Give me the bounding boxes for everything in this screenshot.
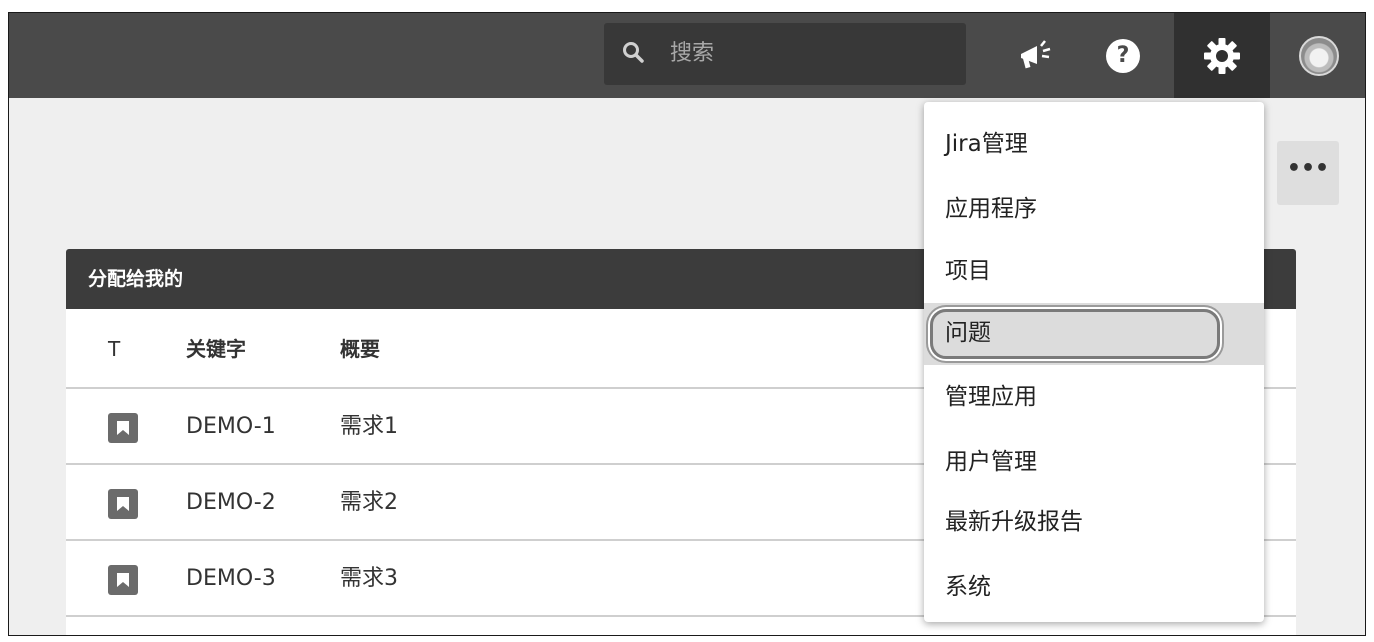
menu-item-issues[interactable]: 问题 xyxy=(924,303,1264,365)
column-header-summary[interactable]: 概要 xyxy=(340,309,380,389)
story-icon xyxy=(108,489,138,519)
search-icon xyxy=(623,42,644,63)
menu-item-applications[interactable]: 应用程序 xyxy=(924,179,1264,239)
admin-settings-button[interactable] xyxy=(1174,13,1270,98)
menu-item-latest-upgrade-report[interactable]: 最新升级报告 xyxy=(924,492,1264,552)
issue-key-link[interactable]: DEMO-2 xyxy=(186,465,276,541)
more-actions-button[interactable]: ••• xyxy=(1277,141,1339,205)
column-header-key[interactable]: 关键字 xyxy=(186,309,246,389)
column-header-type[interactable]: T xyxy=(108,309,120,389)
admin-dropdown-menu: Jira管理 应用程序 项目 问题 管理应用 用户管理 最新升级报告 系统 xyxy=(924,102,1264,622)
story-icon xyxy=(108,413,138,443)
avatar xyxy=(1299,35,1339,76)
menu-item-manage-apps[interactable]: 管理应用 xyxy=(924,367,1264,427)
top-navigation-bar: 搜索 ? xyxy=(9,13,1365,98)
menu-item-user-management[interactable]: 用户管理 xyxy=(924,432,1264,492)
user-profile-button[interactable] xyxy=(1279,13,1359,98)
issue-summary-link[interactable]: 需求3 xyxy=(340,541,398,617)
story-icon xyxy=(108,565,138,595)
megaphone-icon xyxy=(1021,39,1051,68)
app-frame: 搜索 ? ••• 分配给我的 T 关键字 概要 DEMO-1 需求1 DEMO-… xyxy=(8,12,1366,636)
menu-item-label: 应用程序 xyxy=(945,196,1037,222)
menu-item-label: 最新升级报告 xyxy=(945,509,1083,535)
menu-item-label: 项目 xyxy=(945,258,991,284)
menu-item-projects[interactable]: 项目 xyxy=(924,241,1264,301)
menu-item-label: 系统 xyxy=(945,574,991,600)
issue-key-link[interactable]: DEMO-1 xyxy=(186,389,276,465)
help-icon: ? xyxy=(1106,38,1140,73)
issue-key-link[interactable]: DEMO-3 xyxy=(186,541,276,617)
menu-item-label: 管理应用 xyxy=(945,384,1037,410)
issue-summary-link[interactable]: 需求2 xyxy=(340,465,398,541)
menu-item-label: 用户管理 xyxy=(945,449,1037,475)
issue-summary-link[interactable]: 需求1 xyxy=(340,389,398,465)
gear-icon xyxy=(1204,37,1240,74)
search-placeholder: 搜索 xyxy=(670,41,715,66)
announcement-button[interactable] xyxy=(1007,13,1067,98)
menu-item-label: Jira管理 xyxy=(945,131,1028,157)
menu-item-label: 问题 xyxy=(945,320,991,346)
menu-item-jira-admin[interactable]: Jira管理 xyxy=(924,114,1264,174)
menu-item-system[interactable]: 系统 xyxy=(924,557,1264,617)
help-button[interactable]: ? xyxy=(1093,13,1153,98)
search-input[interactable]: 搜索 xyxy=(604,23,966,85)
